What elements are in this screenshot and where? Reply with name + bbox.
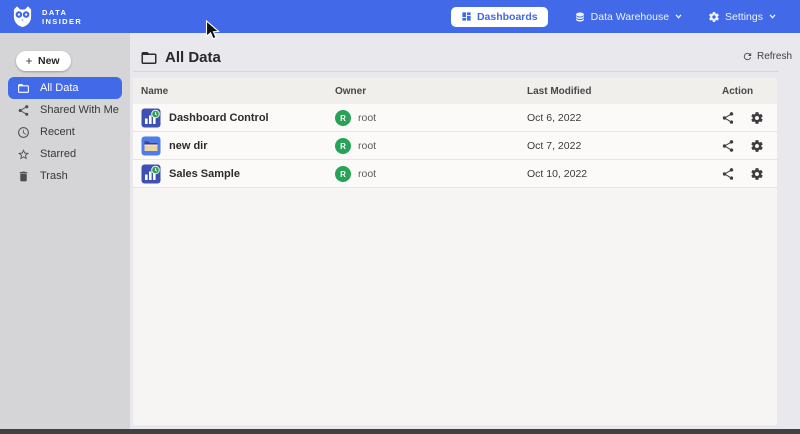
database-icon bbox=[574, 11, 586, 23]
trash-icon bbox=[17, 170, 30, 183]
column-header-name: Name bbox=[141, 86, 168, 97]
table-row[interactable]: new dir R root Oct 7, 2022 bbox=[133, 132, 777, 160]
star-icon bbox=[17, 148, 30, 161]
owner-name: root bbox=[358, 160, 376, 188]
brand-line1: DATA bbox=[42, 8, 82, 17]
header-divider bbox=[133, 71, 779, 72]
top-bar: DATA INSIDER Dashboards Data Warehouse S… bbox=[0, 0, 800, 33]
file-name[interactable]: Dashboard Control bbox=[169, 104, 269, 132]
owner-avatar: R bbox=[335, 138, 351, 154]
dashboard-file-icon bbox=[141, 108, 161, 128]
brand-logo[interactable]: DATA INSIDER bbox=[10, 4, 82, 29]
new-button-label: New bbox=[38, 55, 60, 67]
sidebar-item-label: Shared With Me bbox=[40, 104, 119, 116]
page-title: All Data bbox=[165, 49, 221, 66]
owner-avatar: R bbox=[335, 166, 351, 182]
plus-icon bbox=[24, 56, 34, 66]
gear-icon bbox=[708, 11, 720, 23]
column-header-owner: Owner bbox=[335, 86, 366, 97]
sidebar-item-shared-with-me[interactable]: Shared With Me bbox=[8, 99, 122, 121]
sidebar-item-all-data[interactable]: All Data bbox=[8, 77, 122, 99]
refresh-icon bbox=[742, 51, 753, 62]
share-icon bbox=[17, 104, 30, 117]
window-bottom-edge bbox=[0, 429, 800, 434]
folder-icon bbox=[17, 82, 30, 95]
sidebar-menu: All Data Shared With Me Recent Starred T… bbox=[0, 77, 130, 187]
sidebar-item-label: All Data bbox=[40, 82, 79, 94]
owl-logo-icon bbox=[10, 4, 35, 29]
app-window: DATA INSIDER Dashboards Data Warehouse S… bbox=[0, 0, 800, 434]
dashboard-grid-icon bbox=[461, 11, 472, 22]
sidebar-item-trash[interactable]: Trash bbox=[8, 165, 122, 187]
owner-name: root bbox=[358, 104, 376, 132]
folder-file-icon bbox=[141, 136, 161, 156]
gear-action-icon[interactable] bbox=[750, 111, 764, 125]
owner-avatar: R bbox=[335, 110, 351, 126]
brand-name: DATA INSIDER bbox=[42, 8, 82, 26]
sidebar-item-starred[interactable]: Starred bbox=[8, 143, 122, 165]
table-header: Name Owner Last Modified Action bbox=[133, 78, 777, 104]
folder-icon bbox=[140, 49, 158, 67]
file-name[interactable]: Sales Sample bbox=[169, 160, 240, 188]
share-action-icon[interactable] bbox=[721, 139, 735, 153]
clock-icon bbox=[17, 126, 30, 139]
settings-menu[interactable]: Settings bbox=[708, 11, 776, 23]
gear-action-icon[interactable] bbox=[750, 167, 764, 181]
dashboards-button[interactable]: Dashboards bbox=[451, 7, 548, 27]
chevron-down-icon bbox=[769, 14, 776, 19]
gear-action-icon[interactable] bbox=[750, 139, 764, 153]
settings-label: Settings bbox=[725, 11, 763, 23]
data-warehouse-label: Data Warehouse bbox=[591, 11, 669, 23]
mouse-cursor bbox=[205, 20, 220, 41]
last-modified-date: Oct 10, 2022 bbox=[527, 160, 587, 188]
column-header-action: Action bbox=[722, 86, 753, 97]
dashboards-label: Dashboards bbox=[477, 11, 538, 23]
refresh-button[interactable]: Refresh bbox=[742, 51, 792, 62]
sidebar: New All Data Shared With Me Recent Starr… bbox=[0, 33, 130, 429]
brand-line2: INSIDER bbox=[42, 17, 82, 26]
chevron-down-icon bbox=[675, 14, 682, 19]
dashboard-file-icon bbox=[141, 164, 161, 184]
sidebar-item-label: Trash bbox=[40, 170, 68, 182]
share-action-icon[interactable] bbox=[721, 111, 735, 125]
data-warehouse-menu[interactable]: Data Warehouse bbox=[574, 11, 682, 23]
last-modified-date: Oct 6, 2022 bbox=[527, 104, 581, 132]
top-navigation: Dashboards Data Warehouse Settings bbox=[451, 0, 776, 33]
file-name[interactable]: new dir bbox=[169, 132, 208, 160]
share-action-icon[interactable] bbox=[721, 167, 735, 181]
owner-name: root bbox=[358, 132, 376, 160]
sidebar-item-label: Recent bbox=[40, 126, 75, 138]
refresh-label: Refresh bbox=[757, 51, 792, 62]
table-row[interactable]: Sales Sample R root Oct 10, 2022 bbox=[133, 160, 777, 188]
last-modified-date: Oct 7, 2022 bbox=[527, 132, 581, 160]
table-row[interactable]: Dashboard Control R root Oct 6, 2022 bbox=[133, 104, 777, 132]
sidebar-item-label: Starred bbox=[40, 148, 76, 160]
file-table: Name Owner Last Modified Action Dashboar… bbox=[133, 78, 777, 425]
new-button[interactable]: New bbox=[16, 51, 71, 71]
column-header-last-modified: Last Modified bbox=[527, 86, 591, 97]
sidebar-item-recent[interactable]: Recent bbox=[8, 121, 122, 143]
table-body: Dashboard Control R root Oct 6, 2022 bbox=[133, 104, 777, 188]
